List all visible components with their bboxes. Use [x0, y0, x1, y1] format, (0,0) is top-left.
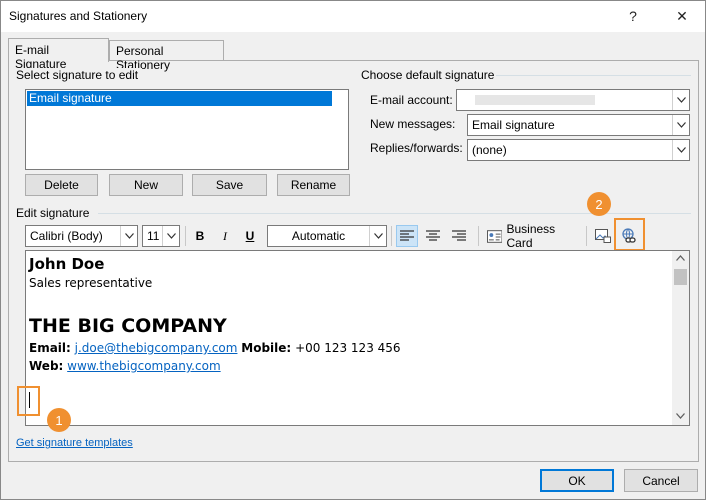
- signature-name: John Doe: [29, 255, 105, 273]
- save-button[interactable]: Save: [192, 174, 267, 196]
- get-templates-link[interactable]: Get signature templates: [16, 437, 133, 449]
- cursor-highlight: [17, 386, 40, 416]
- business-card-icon: [487, 229, 503, 243]
- scroll-up-icon[interactable]: [676, 255, 685, 261]
- new-messages-value: Email signature: [472, 118, 555, 132]
- font-size-select[interactable]: 11: [142, 225, 180, 247]
- insert-hyperlink-icon: [622, 228, 636, 243]
- email-account-select[interactable]: [456, 89, 690, 111]
- signature-editor[interactable]: John Doe Sales representative THE BIG CO…: [25, 250, 690, 426]
- new-messages-select[interactable]: Email signature: [467, 114, 690, 136]
- edit-signature-label: Edit signature: [16, 206, 94, 220]
- align-center-button[interactable]: [422, 225, 444, 247]
- chevron-down-icon: [672, 140, 689, 160]
- tab-personal-stationery[interactable]: Personal Stationery: [109, 40, 224, 72]
- toolbar-separator: [586, 226, 587, 246]
- callout-two-badge: 2: [587, 192, 611, 216]
- chevron-down-icon: [120, 226, 137, 246]
- delete-button[interactable]: Delete: [25, 174, 98, 196]
- font-select[interactable]: Calibri (Body): [25, 225, 138, 247]
- group-divider: [496, 75, 691, 76]
- web-label: Web:: [29, 359, 64, 373]
- editor-scrollbar[interactable]: [672, 251, 689, 425]
- toolbar-separator: [185, 226, 186, 246]
- align-left-button[interactable]: [396, 225, 418, 247]
- align-right-button[interactable]: [448, 225, 470, 247]
- align-right-icon: [452, 230, 466, 241]
- tab-email-signature[interactable]: E-mail Signature: [8, 38, 109, 71]
- window-title: Signatures and Stationery: [9, 9, 148, 23]
- underline-button[interactable]: U: [240, 225, 260, 247]
- close-icon[interactable]: ✕: [665, 0, 699, 32]
- email-link[interactable]: j.doe@thebigcompany.com: [75, 341, 238, 355]
- scroll-down-icon[interactable]: [676, 413, 685, 419]
- signature-company: THE BIG COMPANY: [29, 315, 227, 337]
- ok-button[interactable]: OK: [540, 469, 614, 492]
- rename-button[interactable]: Rename: [277, 174, 350, 196]
- font-value: Calibri (Body): [30, 229, 103, 243]
- chevron-down-icon: [672, 115, 689, 135]
- email-account-label: E-mail account:: [370, 93, 453, 107]
- signature-contact-line: Email: j.doe@thebigcompany.com Mobile: +…: [29, 341, 401, 355]
- scroll-thumb[interactable]: [674, 269, 687, 285]
- replies-forwards-select[interactable]: (none): [467, 139, 690, 161]
- toolbar-separator: [478, 226, 479, 246]
- help-icon[interactable]: ?: [616, 0, 650, 32]
- chevron-down-icon: [672, 90, 689, 110]
- mobile-label: Mobile:: [241, 341, 292, 355]
- email-label: Email:: [29, 341, 71, 355]
- chevron-down-icon: [162, 226, 179, 246]
- replies-forwards-value: (none): [472, 143, 507, 157]
- bold-button[interactable]: B: [190, 225, 210, 247]
- color-value: Automatic: [291, 229, 346, 243]
- color-select[interactable]: Automatic: [267, 225, 387, 247]
- align-center-icon: [426, 230, 440, 241]
- signature-web-line: Web: www.thebigcompany.com: [29, 359, 221, 373]
- signature-listbox[interactable]: Email signature: [25, 89, 349, 170]
- new-button[interactable]: New: [109, 174, 183, 196]
- callout-one-badge: 1: [47, 408, 71, 432]
- web-link[interactable]: www.thebigcompany.com: [67, 359, 220, 373]
- business-card-button[interactable]: Business Card: [484, 222, 582, 250]
- replies-forwards-label: Replies/forwards:: [370, 141, 463, 155]
- insert-picture-icon: [595, 229, 611, 243]
- chevron-down-icon: [369, 226, 386, 246]
- blurred-account-text: [475, 95, 595, 105]
- align-left-icon: [400, 230, 414, 241]
- list-item[interactable]: Email signature: [27, 91, 332, 106]
- signature-title: Sales representative: [29, 276, 153, 290]
- select-signature-label: Select signature to edit: [16, 68, 143, 82]
- insert-picture-button[interactable]: [592, 225, 614, 247]
- default-signature-label: Choose default signature: [361, 68, 499, 82]
- business-card-label: Business Card: [506, 222, 556, 250]
- mobile-value: +00 123 123 456: [295, 341, 401, 355]
- toolbar-separator: [391, 226, 392, 246]
- cancel-button[interactable]: Cancel: [624, 469, 698, 492]
- insert-hyperlink-button[interactable]: [618, 225, 640, 247]
- italic-button[interactable]: I: [215, 225, 235, 247]
- new-messages-label: New messages:: [370, 117, 456, 131]
- font-size-value: 11: [147, 229, 160, 243]
